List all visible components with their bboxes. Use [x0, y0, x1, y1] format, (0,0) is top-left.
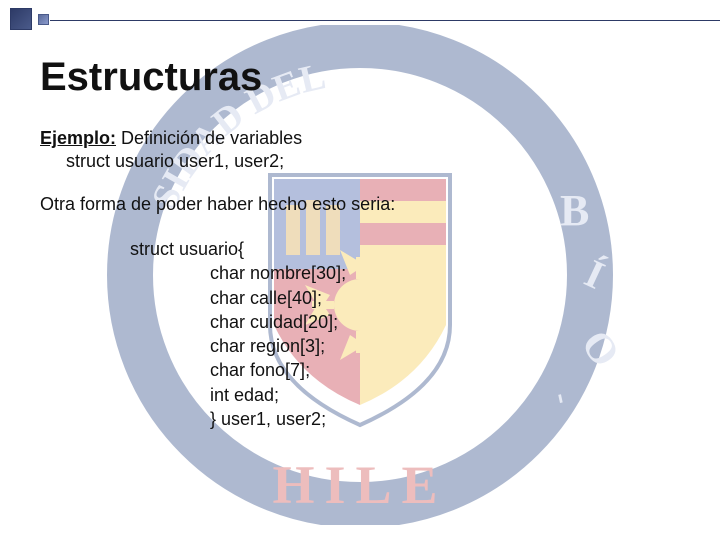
- struct-code-block: struct usuario{ char nombre[30]; char ca…: [40, 237, 680, 431]
- code-line-8: } user1, user2;: [130, 407, 680, 431]
- slide-content: Estructuras Ejemplo: Definición de varia…: [0, 0, 720, 431]
- example-label: Ejemplo:: [40, 128, 116, 148]
- alternative-text: Otra forma de poder haber hecho esto ser…: [40, 194, 680, 215]
- code-line-2: char nombre[30];: [130, 261, 680, 285]
- svg-text:HILE: HILE: [272, 455, 447, 515]
- code-line-5: char region[3];: [130, 334, 680, 358]
- code-line-4: char cuidad[20];: [130, 310, 680, 334]
- example-declaration: struct usuario user1, user2;: [40, 151, 680, 172]
- code-line-1: struct usuario{: [130, 237, 680, 261]
- slide-title: Estructuras: [40, 55, 680, 100]
- example-desc: Definición de variables: [116, 128, 302, 148]
- code-line-6: char fono[7];: [130, 358, 680, 382]
- example-line: Ejemplo: Definición de variables: [40, 128, 680, 149]
- code-line-7: int edad;: [130, 383, 680, 407]
- code-line-3: char calle[40];: [130, 286, 680, 310]
